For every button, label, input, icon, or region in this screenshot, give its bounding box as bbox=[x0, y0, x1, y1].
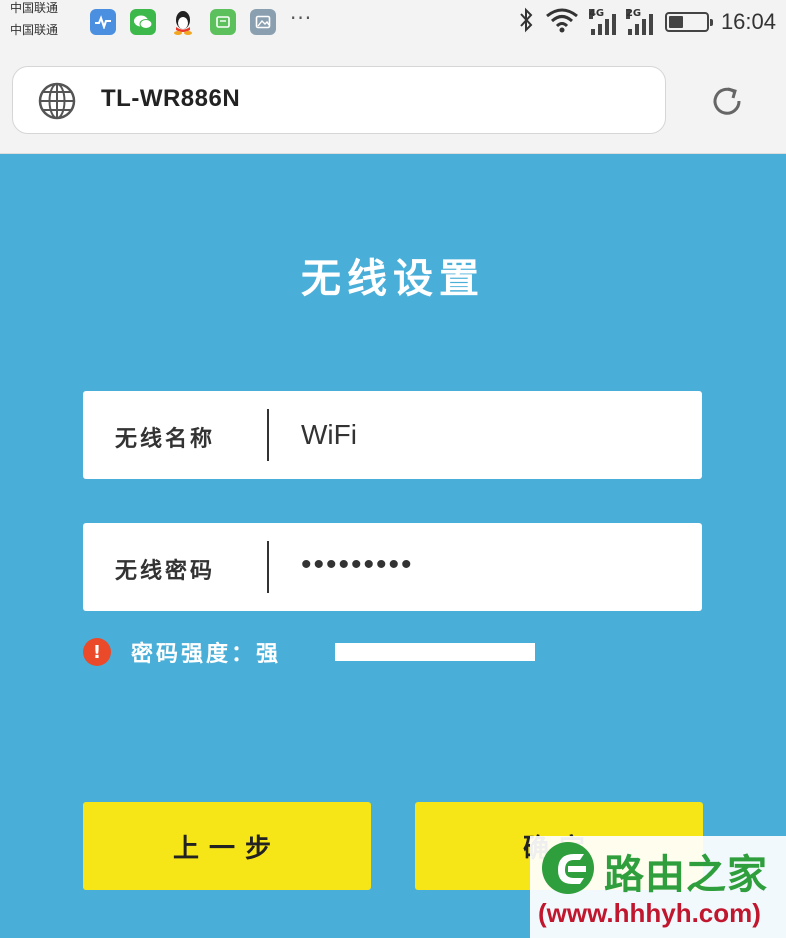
qq-icon bbox=[170, 9, 196, 35]
signal-4g-label: 4G bbox=[588, 8, 605, 19]
field-divider bbox=[267, 409, 269, 461]
signal-4g-icon: 4G bbox=[588, 8, 616, 35]
globe-icon bbox=[37, 81, 77, 125]
warning-icon: ! bbox=[83, 638, 111, 666]
wifi-name-field[interactable]: 无线名称 bbox=[83, 391, 702, 479]
more-notifications-indicator: ··· bbox=[290, 6, 313, 30]
page-title: 无线设置 bbox=[301, 255, 485, 302]
wechat-icon bbox=[130, 9, 156, 35]
status-bar: 中国联通 中国联通 ··· 4G 2G 16:04 bbox=[0, 0, 786, 44]
password-strength-indicator: ! 密码强度：强 bbox=[83, 636, 535, 668]
carrier-label-2: 中国联通 bbox=[10, 23, 59, 37]
password-strength-label: 密码强度：强 bbox=[131, 641, 282, 667]
browser-address-bar: TL-WR886N bbox=[0, 44, 786, 154]
watermark-name: 路由之家 bbox=[604, 852, 768, 898]
signal-2g-icon: 2G bbox=[625, 8, 653, 35]
carrier-label-1: 中国联通 bbox=[10, 1, 59, 15]
watermark-url: (www.hhhyh.com) bbox=[538, 898, 761, 928]
health-app-icon bbox=[90, 9, 116, 35]
wifi-name-input[interactable] bbox=[301, 415, 681, 455]
wifi-name-label: 无线名称 bbox=[115, 426, 216, 452]
wifi-password-input[interactable] bbox=[301, 545, 681, 585]
clock: 16:04 bbox=[720, 9, 776, 34]
url-text: TL-WR886N bbox=[101, 85, 241, 112]
bluetooth-icon bbox=[519, 7, 533, 37]
wifi-password-field[interactable]: 无线密码 bbox=[83, 523, 702, 611]
password-strength-bar bbox=[335, 643, 535, 661]
router-home-logo-icon bbox=[538, 838, 602, 902]
previous-step-button[interactable]: 上一步 bbox=[83, 802, 371, 890]
sms-app-icon bbox=[210, 9, 236, 35]
wifi-password-label: 无线密码 bbox=[115, 558, 216, 584]
field-divider bbox=[267, 541, 269, 593]
wifi-icon bbox=[545, 7, 579, 37]
battery-icon bbox=[664, 12, 713, 32]
url-field[interactable]: TL-WR886N bbox=[12, 66, 666, 134]
gallery-app-icon bbox=[250, 9, 276, 35]
signal-2g-label: 2G bbox=[625, 8, 642, 19]
reload-icon[interactable] bbox=[706, 80, 748, 126]
watermark: 路由之家 (www.hhhyh.com) bbox=[530, 836, 786, 938]
battery-fill bbox=[668, 16, 684, 28]
